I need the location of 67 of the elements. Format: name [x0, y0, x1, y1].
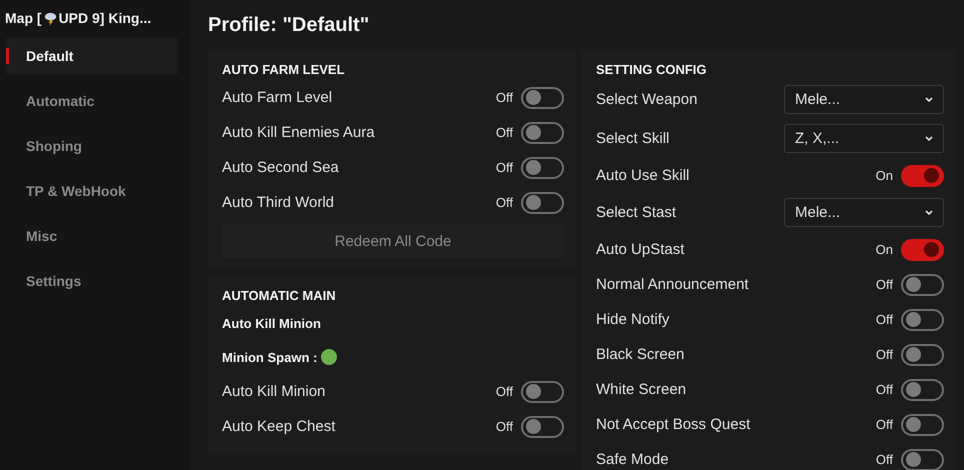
toggle-switch[interactable]	[521, 86, 564, 108]
option-label: Select Weapon	[596, 91, 698, 108]
sidebar-item[interactable]: Default	[6, 37, 178, 75]
toggle-state: Off	[876, 452, 893, 467]
option-label: Normal Announcement	[596, 276, 750, 293]
toggle-switch[interactable]	[521, 122, 564, 144]
section-heading: AUTO FARM LEVEL	[222, 60, 346, 78]
dropdown[interactable]: Z, X,...	[784, 124, 944, 153]
toggle-state: Off	[876, 417, 893, 432]
toggle-state: Off	[496, 195, 513, 210]
dropdown[interactable]: Mele...	[784, 198, 944, 227]
sidebar-item[interactable]: Misc	[6, 217, 178, 255]
toggle-state: Off	[876, 312, 893, 327]
option-label: Auto Use Skill	[596, 167, 690, 184]
sidebar-item[interactable]: Shoping	[6, 127, 178, 165]
option-label: Auto UpStast	[596, 241, 686, 258]
window-title: UPD 9] King...	[58, 10, 152, 26]
option-label: White Screen	[596, 381, 688, 398]
option-label: Auto Second Sea	[222, 159, 340, 176]
sidebar-item[interactable]: Automatic	[6, 82, 178, 120]
toggle-state: On	[876, 168, 893, 183]
toggle-switch[interactable]	[901, 414, 944, 436]
toggle-switch[interactable]	[901, 308, 944, 330]
storm-cloud-icon	[42, 10, 58, 26]
option-label: Safe Mode	[596, 451, 670, 468]
option-label: Hide Notify	[596, 311, 670, 328]
sidebar-item[interactable]: Settings	[6, 262, 178, 300]
toggle-state: Off	[496, 384, 513, 399]
option-label: Auto Third World	[222, 194, 335, 211]
status-label: Minion Spawn :	[222, 350, 318, 364]
window-title: Map [	[5, 10, 42, 26]
chevron-down-icon	[925, 136, 933, 142]
toggle-state: Off	[496, 125, 513, 140]
section-heading: SETTING CONFIG	[596, 60, 708, 78]
chevron-down-icon	[925, 96, 933, 102]
toggle-state: Off	[876, 382, 893, 397]
toggle-state: On	[876, 242, 893, 257]
toggle-switch[interactable]	[901, 344, 944, 366]
profile-title: Profile: "Default"	[208, 14, 370, 38]
option-label: Auto Kill Minion	[222, 383, 326, 400]
option-label: Select Stast	[596, 204, 678, 221]
toggle-state: Off	[876, 347, 893, 362]
redeem-button[interactable]: Redeem All Code	[222, 224, 564, 258]
dropdown[interactable]: Mele...	[784, 85, 944, 114]
toggle-switch[interactable]	[521, 380, 564, 402]
toggle-switch[interactable]	[521, 156, 564, 178]
section-heading: AUTOMATIC MAIN	[222, 286, 337, 304]
toggle-switch[interactable]	[901, 238, 944, 260]
toggle-state: Off	[496, 160, 513, 175]
option-label: Select Skill	[596, 130, 670, 147]
toggle-switch[interactable]	[901, 378, 944, 400]
sidebar-item[interactable]: TP & WebHook	[6, 172, 178, 210]
toggle-switch[interactable]	[521, 192, 564, 214]
toggle-switch[interactable]	[521, 416, 564, 438]
toggle-state: Off	[496, 419, 513, 434]
option-label: Auto Kill Enemies Aura	[222, 124, 376, 141]
toggle-state: Off	[496, 90, 513, 105]
option-label: Black Screen	[596, 346, 686, 363]
toggle-state: Off	[876, 277, 893, 292]
option-label: Not Accept Boss Quest	[596, 416, 752, 433]
option-label: Auto Farm Level	[222, 89, 334, 106]
chevron-down-icon	[925, 210, 933, 216]
toggle-switch[interactable]	[901, 164, 944, 186]
option-label: Auto Keep Chest	[222, 418, 336, 435]
toggle-switch[interactable]	[901, 274, 944, 296]
subheading: Auto Kill Minion	[222, 316, 321, 330]
toggle-switch[interactable]	[901, 448, 944, 470]
